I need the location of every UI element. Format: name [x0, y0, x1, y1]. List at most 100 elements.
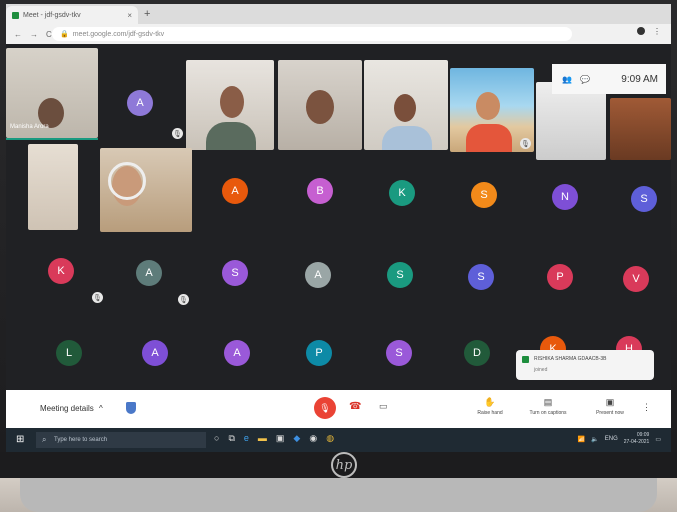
camera-button[interactable]: ▭ [379, 401, 388, 412]
meeting-details-button[interactable]: Meeting details ^ [40, 404, 103, 413]
taskbar-clock[interactable]: 09:09 27-04-2021 [624, 432, 650, 446]
windows-taskbar: ⊞ ⌕ Type here to search ○ ⧉ e ▬ ▣ ◆ ◉ ◍ … [6, 428, 671, 452]
system-tray: 📶 🔈 ENG 09:09 27-04-2021 ▭ [578, 432, 661, 446]
tab-close-icon[interactable]: × [127, 11, 132, 20]
browser-menu-icon[interactable]: ⋮ [653, 27, 661, 36]
captions-icon: ▤ [543, 397, 553, 407]
chrome-icon[interactable]: ◍ [326, 433, 334, 444]
video-tile-far-right[interactable] [610, 98, 671, 160]
participant-avatar: L [56, 340, 82, 366]
participant-name: Manisha Arora [10, 124, 49, 130]
raise-hand-label: Raise hand [477, 410, 503, 416]
mic-off-icon: 🎙 [520, 138, 531, 149]
chat-icon[interactable]: 💬 [580, 75, 590, 84]
participant-shirt [206, 122, 256, 150]
join-notification: RISHIKA SHARMA GDAACB-3B joined [516, 350, 654, 380]
participant-avatar: P [547, 264, 573, 290]
video-tile-manisha[interactable]: Manisha Arora [6, 48, 98, 138]
address-bar[interactable]: 🔒 meet.google.com/jdf-gsdv-tkv [52, 27, 572, 41]
reload-icon[interactable]: C [46, 30, 52, 39]
hang-up-button[interactable]: ☎ [349, 401, 361, 412]
participant-avatar: S [387, 262, 413, 288]
shield-icon[interactable] [126, 402, 136, 414]
participant-avatar: V [623, 266, 649, 292]
profile-icon[interactable] [637, 27, 645, 35]
windows-start-icon[interactable]: ⊞ [16, 434, 27, 445]
file-explorer-icon[interactable]: ▬ [258, 433, 267, 444]
task-view-icon[interactable]: ⧉ [228, 433, 234, 444]
search-icon: ⌕ [42, 435, 47, 444]
meet-favicon-icon [12, 11, 19, 19]
dropbox-icon[interactable]: ◆ [293, 433, 300, 444]
participant-avatar: S [386, 340, 412, 366]
captions-label: Turn on captions [529, 410, 567, 416]
raise-hand-button[interactable]: ✋ Raise hand [468, 397, 512, 416]
new-tab-button[interactable]: + [144, 8, 150, 20]
participant-avatar: S [222, 260, 248, 286]
meet-icon [522, 356, 529, 363]
mic-off-button[interactable]: 🎙 [314, 397, 336, 419]
browser-tab-meet[interactable]: Meet - jdf-gsdv-tkv × [6, 6, 138, 24]
present-now-button[interactable]: ▣ Present now [588, 397, 632, 416]
tray-date: 27-04-2021 [623, 439, 650, 445]
present-label: Present now [596, 410, 624, 416]
edge-icon[interactable]: e [244, 433, 249, 444]
store-icon[interactable]: ▣ [276, 433, 285, 444]
headphones-icon [108, 162, 146, 200]
participant-face [220, 86, 244, 118]
participant-shirt [466, 124, 512, 152]
video-tile-headphones[interactable] [100, 148, 192, 232]
back-icon[interactable]: ← [14, 30, 22, 39]
taskbar-search[interactable]: ⌕ Type here to search [36, 432, 206, 448]
participant-avatar: K [389, 180, 415, 206]
volume-icon[interactable]: 🔈 [591, 436, 598, 443]
present-icon: ▣ [605, 397, 615, 407]
participant-avatar: S [631, 186, 657, 212]
video-tile-girl-glasses-2[interactable] [278, 60, 362, 150]
participant-avatar: A [142, 340, 168, 366]
notification-subtitle: joined [534, 367, 548, 373]
tray-time: 09:09 [636, 432, 650, 438]
browser-tab-strip: Meet - jdf-gsdv-tkv × + [6, 4, 671, 24]
participant-avatar: A [224, 340, 250, 366]
participant-avatar: A [305, 262, 331, 288]
hp-logo: hp [331, 452, 357, 478]
participant-avatar: P [306, 340, 332, 366]
cortana-icon[interactable]: ○ [214, 433, 219, 444]
participant-avatar: A [222, 178, 248, 204]
lock-icon: 🔒 [60, 31, 69, 38]
clock-overlay: 👥 💬 9:09 AM [552, 64, 666, 94]
notification-title: RISHIKA SHARMA GDAACB-3B [534, 356, 607, 362]
video-tile-girl-3[interactable] [364, 60, 448, 150]
video-tile-girl-glasses[interactable] [186, 60, 274, 150]
meet-control-bar: Meeting details ^ 🎙 ☎ ▭ ✋ Raise hand ▤ T… [6, 390, 671, 428]
participant-avatar: D [464, 340, 490, 366]
browser-actions: ⋮ [637, 27, 661, 36]
more-options-icon[interactable]: ⋮ [642, 402, 651, 413]
people-icon[interactable]: 👥 [562, 75, 572, 84]
participant-avatar: B [307, 178, 333, 204]
forward-icon[interactable]: → [30, 30, 38, 39]
participant-face [394, 94, 416, 122]
network-icon[interactable]: 📶 [578, 436, 585, 443]
obs-icon[interactable]: ◉ [309, 433, 317, 444]
video-tile-beach[interactable]: 🎙 [450, 68, 534, 152]
notifications-icon[interactable]: ▭ [655, 436, 661, 443]
captions-button[interactable]: ▤ Turn on captions [526, 397, 570, 416]
meeting-details-label: Meeting details [40, 404, 94, 413]
taskbar-apps: ○ ⧉ e ▬ ▣ ◆ ◉ ◍ [214, 433, 334, 444]
mic-off-icon: 🎙 [92, 292, 103, 303]
participant-grid: Manisha Arora A 🎙 🎙 A B K S N S K 🎙 A 🎙 … [6, 48, 671, 388]
participant-face [476, 92, 500, 120]
laptop-screen: Meet - jdf-gsdv-tkv × + ← → C 🔒 meet.goo… [6, 4, 671, 452]
participant-avatar: A [127, 90, 153, 116]
language-indicator[interactable]: ENG [605, 436, 618, 442]
participant-face [306, 90, 334, 124]
meeting-clock: 9:09 AM [621, 73, 658, 85]
participant-shirt [382, 126, 432, 150]
mic-off-icon: 🎙 [172, 128, 183, 139]
video-tile-room[interactable] [28, 144, 78, 230]
hand-icon: ✋ [484, 397, 496, 407]
participant-avatar: A [136, 260, 162, 286]
participant-avatar: N [552, 184, 578, 210]
